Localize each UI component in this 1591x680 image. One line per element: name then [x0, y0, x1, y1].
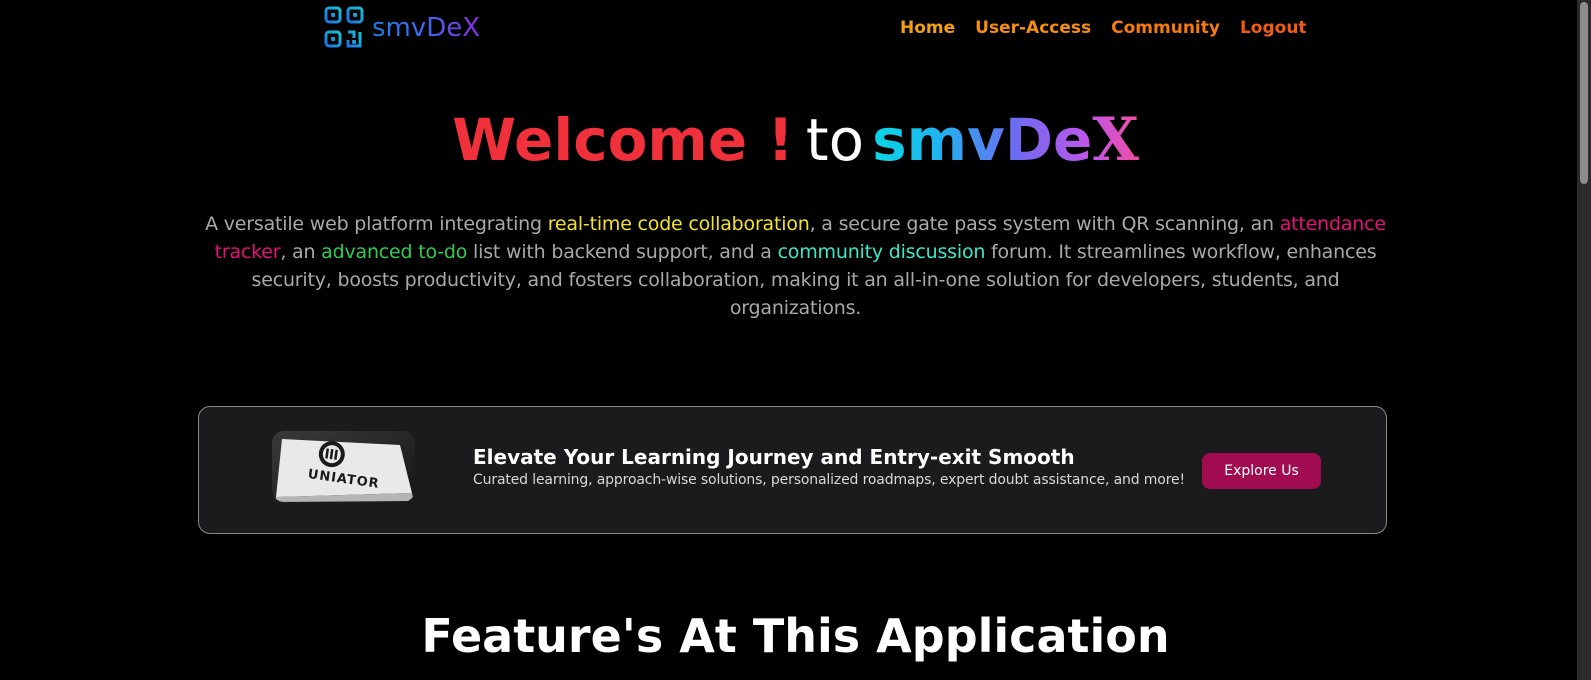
- main-nav: Home User-Access Community Logout: [900, 18, 1327, 38]
- nav-community-link[interactable]: Community: [1111, 18, 1220, 38]
- hero-brand: smvDe: [872, 106, 1093, 174]
- explore-us-button[interactable]: Explore Us: [1202, 453, 1321, 489]
- nav-home-link[interactable]: Home: [900, 18, 955, 38]
- hero-title: Welcome ! to smvDeX: [0, 104, 1591, 176]
- scrollbar-thumb[interactable]: [1580, 2, 1588, 184]
- hero-welcome: Welcome !: [452, 106, 794, 174]
- desc-text: , an: [280, 241, 322, 263]
- uniator-logo-illustration: UNIATOR: [272, 431, 415, 502]
- desc-highlight-community: community discussion: [777, 241, 986, 263]
- features-heading: Feature's At This Application: [421, 609, 1170, 663]
- desc-highlight-code-collab: real-time code collaboration: [547, 213, 810, 235]
- banner-subtext: Curated learning, approach-wise solution…: [473, 472, 1185, 488]
- logo[interactable]: smvDeX: [324, 6, 480, 50]
- hero-to: to: [805, 106, 865, 174]
- qr-code-icon: [324, 6, 364, 48]
- hero-description: A versatile web platform integrating rea…: [198, 210, 1393, 322]
- page-scrollbar[interactable]: [1577, 0, 1591, 680]
- desc-highlight-todo: advanced to-do: [321, 241, 468, 263]
- hero-brand-x: X: [1092, 105, 1139, 175]
- uniator-card-image: UNIATOR: [272, 431, 415, 502]
- desc-text: list with backend support, and a: [467, 241, 778, 263]
- desc-text: , a secure gate pass system with QR scan…: [809, 213, 1280, 235]
- banner-heading: Elevate Your Learning Journey and Entry-…: [473, 445, 1075, 469]
- desc-text: A versatile web platform integrating: [205, 213, 548, 235]
- nav-user-access-link[interactable]: User-Access: [975, 18, 1091, 38]
- promo-banner: UNIATOR Elevate Your Learning Journey an…: [198, 406, 1387, 534]
- nav-logout-link[interactable]: Logout: [1240, 18, 1307, 38]
- page: smvDeX Home User-Access Community Logout…: [0, 0, 1591, 680]
- logo-text: smvDeX: [372, 13, 481, 43]
